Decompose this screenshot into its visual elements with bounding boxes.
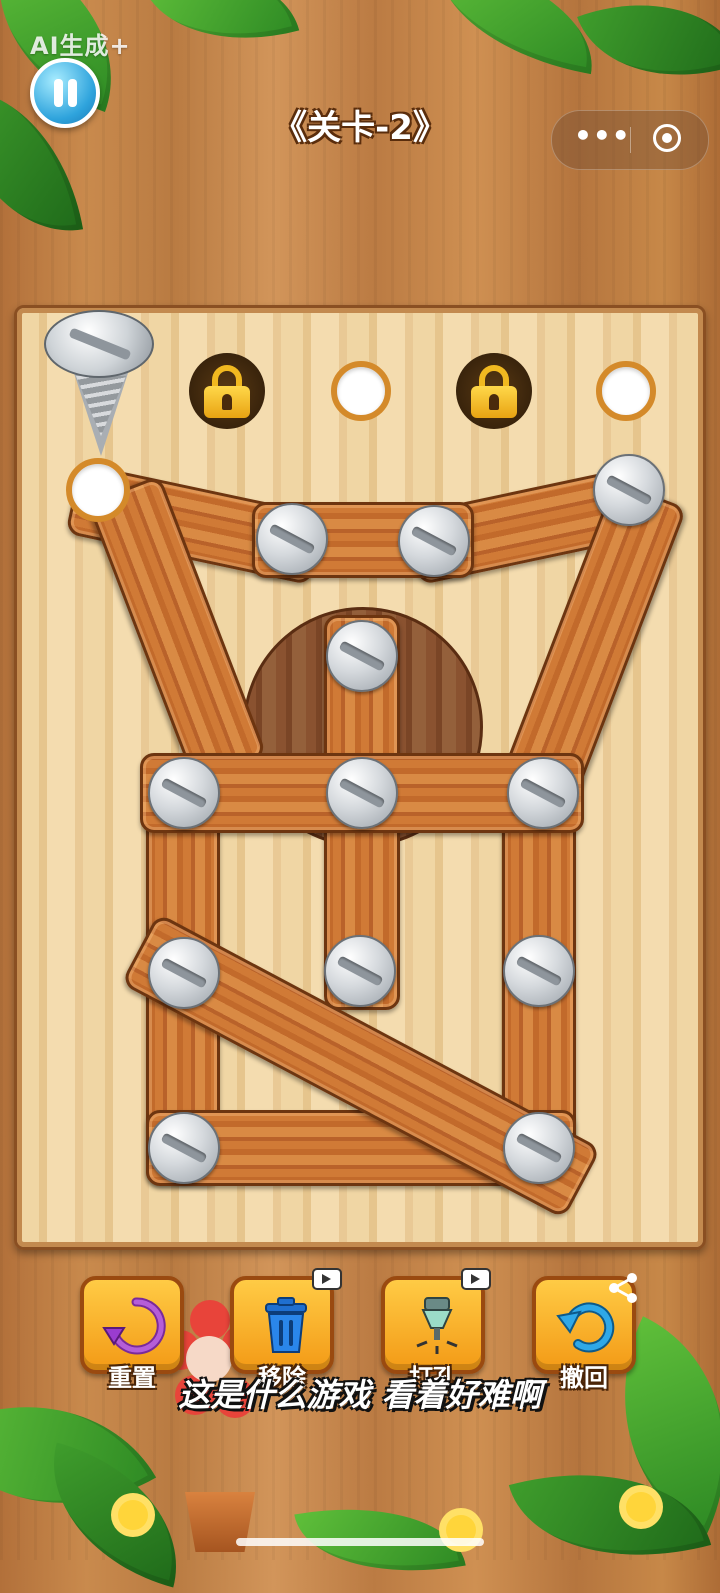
ai-watermark: AI生成+ [30,32,131,60]
pulled-screw-icon[interactable] [44,310,154,378]
reset-arrow-icon [102,1297,166,1355]
locked-slot-lock-icon[interactable] [189,353,265,429]
more-menu-icon[interactable]: ••• [574,119,631,152]
capsule-divider [630,127,631,153]
screw[interactable] [148,1112,220,1184]
top-right-leaf [577,0,720,111]
top-right-leaves [423,0,607,75]
locked-slot-lock-icon[interactable] [456,353,532,429]
empty-hole-slot[interactable] [331,361,391,421]
screw[interactable] [503,1112,575,1184]
empty-hole-slot[interactable] [66,458,130,522]
screw[interactable] [593,454,665,526]
home-indicator[interactable] [236,1538,484,1546]
screw[interactable] [148,937,220,1009]
share-icon[interactable] [606,1270,642,1306]
miniprogram-capsule: ••• [551,110,709,170]
trash-icon [265,1297,307,1353]
drill-icon [416,1297,458,1354]
screw[interactable] [326,620,398,692]
close-miniprogram-icon[interactable] [653,124,681,152]
video-ad-icon [312,1268,342,1290]
empty-hole-slot[interactable] [596,361,656,421]
top-center-leaf [140,0,300,67]
screw[interactable] [507,757,579,829]
video-ad-icon [461,1268,491,1290]
screw[interactable] [326,757,398,829]
screw[interactable] [398,505,470,577]
yellow-flower-icon [626,1492,656,1522]
screw[interactable] [324,935,396,1007]
video-subtitle: 这是什么游戏 看着好难啊 [178,1376,542,1414]
screw[interactable] [256,503,328,575]
screw[interactable] [503,935,575,1007]
yellow-flower-icon [118,1500,148,1530]
screw[interactable] [148,757,220,829]
